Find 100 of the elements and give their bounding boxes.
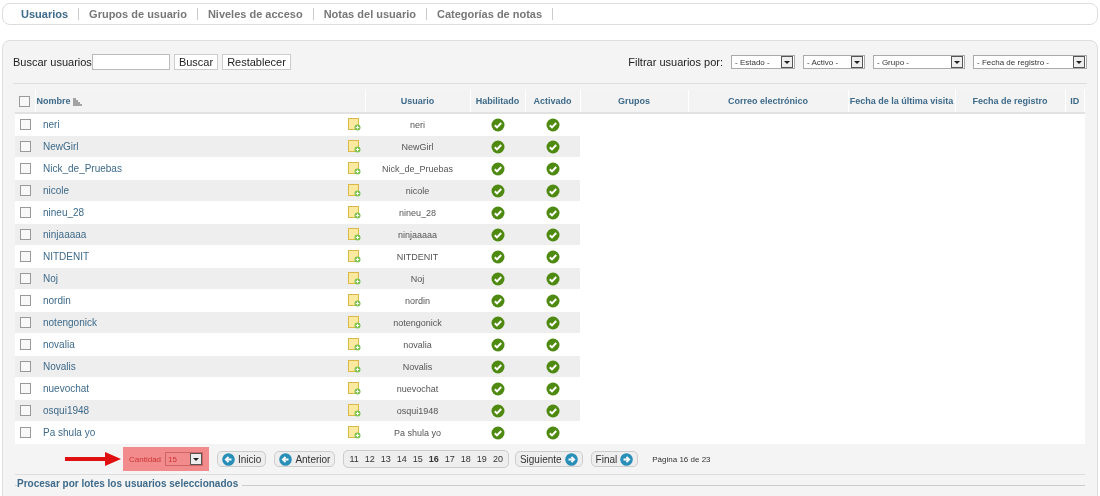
page-link[interactable]: 18 xyxy=(457,454,474,464)
user-name-link[interactable]: nineu_28 xyxy=(43,207,85,218)
check-icon[interactable] xyxy=(490,271,505,286)
column-header[interactable]: Grupos xyxy=(618,96,650,106)
next-button[interactable]: Siguiente xyxy=(514,451,583,467)
row-checkbox[interactable] xyxy=(19,383,31,395)
tab[interactable]: Niveles de acceso xyxy=(197,8,314,20)
row-checkbox[interactable] xyxy=(19,339,31,351)
check-icon[interactable] xyxy=(545,249,560,264)
column-header[interactable]: Activado xyxy=(533,96,572,106)
previous-button[interactable]: Anterior xyxy=(274,451,336,467)
row-checkbox[interactable] xyxy=(19,207,31,219)
page-link[interactable]: 13 xyxy=(377,454,394,464)
filter-select[interactable]: - Activo - xyxy=(803,55,865,69)
user-name-link[interactable]: neri xyxy=(43,119,60,130)
sort-icon[interactable] xyxy=(72,97,82,106)
row-checkbox[interactable] xyxy=(19,185,31,197)
row-checkbox[interactable] xyxy=(19,361,31,373)
check-icon[interactable] xyxy=(545,381,560,396)
row-checkbox[interactable] xyxy=(19,251,31,263)
check-icon[interactable] xyxy=(490,183,505,198)
user-name-link[interactable]: Pa shula yo xyxy=(43,427,96,438)
row-checkbox[interactable] xyxy=(19,163,31,175)
page-link[interactable]: 16 xyxy=(425,454,442,464)
start-button[interactable]: Inicio xyxy=(217,451,267,467)
check-icon[interactable] xyxy=(490,403,505,418)
check-icon[interactable] xyxy=(545,337,560,352)
filter-select[interactable]: - Grupo - xyxy=(873,55,965,69)
note-add-icon[interactable] xyxy=(348,206,361,219)
note-add-icon[interactable] xyxy=(348,272,361,285)
check-icon[interactable] xyxy=(545,117,560,132)
row-checkbox[interactable] xyxy=(19,317,31,329)
user-name-link[interactable]: Novalis xyxy=(43,361,76,372)
user-name-link[interactable]: nicole xyxy=(43,185,70,196)
column-header[interactable]: Usuario xyxy=(400,96,435,106)
user-name-link[interactable]: Noj xyxy=(43,273,58,284)
note-add-icon[interactable] xyxy=(348,140,361,153)
note-add-icon[interactable] xyxy=(348,228,361,241)
page-link[interactable]: 15 xyxy=(409,454,426,464)
check-icon[interactable] xyxy=(545,359,560,374)
check-icon[interactable] xyxy=(545,227,560,242)
user-name-link[interactable]: osqui1948 xyxy=(43,405,90,416)
page-link[interactable]: 11 xyxy=(346,454,362,464)
check-icon[interactable] xyxy=(545,315,560,330)
note-add-icon[interactable] xyxy=(348,404,361,417)
check-icon[interactable] xyxy=(545,205,560,220)
check-icon[interactable] xyxy=(490,161,505,176)
filter-select[interactable]: - Fecha de registro - xyxy=(973,55,1087,69)
column-header[interactable]: Fecha de registro xyxy=(972,96,1048,106)
row-checkbox[interactable] xyxy=(19,273,31,285)
user-name-link[interactable]: nuevochat xyxy=(43,383,90,394)
user-name-link[interactable]: Nick_de_Pruebas xyxy=(43,163,122,174)
note-add-icon[interactable] xyxy=(348,338,361,351)
column-header[interactable]: Nombre xyxy=(36,96,71,106)
tab[interactable]: Categorías de notas xyxy=(426,8,554,20)
user-name-link[interactable]: nordin xyxy=(43,295,71,306)
tab[interactable]: Grupos de usuario xyxy=(79,8,198,20)
check-icon[interactable] xyxy=(490,205,505,220)
check-icon[interactable] xyxy=(545,183,560,198)
check-icon[interactable] xyxy=(490,337,505,352)
user-name-link[interactable]: notengonick xyxy=(43,317,97,328)
row-checkbox[interactable] xyxy=(19,295,31,307)
note-add-icon[interactable] xyxy=(348,162,361,175)
search-button[interactable]: Buscar xyxy=(173,54,219,70)
note-add-icon[interactable] xyxy=(348,360,361,373)
page-link[interactable]: 19 xyxy=(473,454,490,464)
note-add-icon[interactable] xyxy=(348,118,361,131)
reset-button[interactable]: Restablecer xyxy=(222,54,291,70)
check-icon[interactable] xyxy=(490,227,505,242)
search-field[interactable] xyxy=(91,54,170,70)
user-name-link[interactable]: novalia xyxy=(43,339,75,350)
user-name-link[interactable]: NewGirl xyxy=(43,141,79,152)
page-link[interactable]: 17 xyxy=(441,454,458,464)
note-add-icon[interactable] xyxy=(348,382,361,395)
tab[interactable]: Usuarios xyxy=(11,8,80,20)
row-checkbox[interactable] xyxy=(19,229,31,241)
tab[interactable]: Notas del usuario xyxy=(313,8,427,20)
check-icon[interactable] xyxy=(545,293,560,308)
check-icon[interactable] xyxy=(545,139,560,154)
note-add-icon[interactable] xyxy=(348,426,361,439)
filter-select[interactable]: - Estado - xyxy=(731,55,795,69)
note-add-icon[interactable] xyxy=(348,316,361,329)
check-icon[interactable] xyxy=(490,359,505,374)
check-icon[interactable] xyxy=(490,425,505,440)
user-name-link[interactable]: ninjaaaaa xyxy=(43,229,87,240)
row-checkbox[interactable] xyxy=(19,405,31,417)
check-icon[interactable] xyxy=(545,403,560,418)
end-button[interactable]: Final xyxy=(590,451,639,467)
check-icon[interactable] xyxy=(545,425,560,440)
check-icon[interactable] xyxy=(490,139,505,154)
row-checkbox[interactable] xyxy=(19,427,31,439)
check-icon[interactable] xyxy=(490,249,505,264)
note-add-icon[interactable] xyxy=(348,294,361,307)
note-add-icon[interactable] xyxy=(348,184,361,197)
page-link[interactable]: 20 xyxy=(489,454,506,464)
check-icon[interactable] xyxy=(490,381,505,396)
column-header[interactable]: ID xyxy=(1070,96,1080,106)
page-link[interactable]: 12 xyxy=(361,454,378,464)
check-icon[interactable] xyxy=(545,271,560,286)
check-icon[interactable] xyxy=(490,117,505,132)
